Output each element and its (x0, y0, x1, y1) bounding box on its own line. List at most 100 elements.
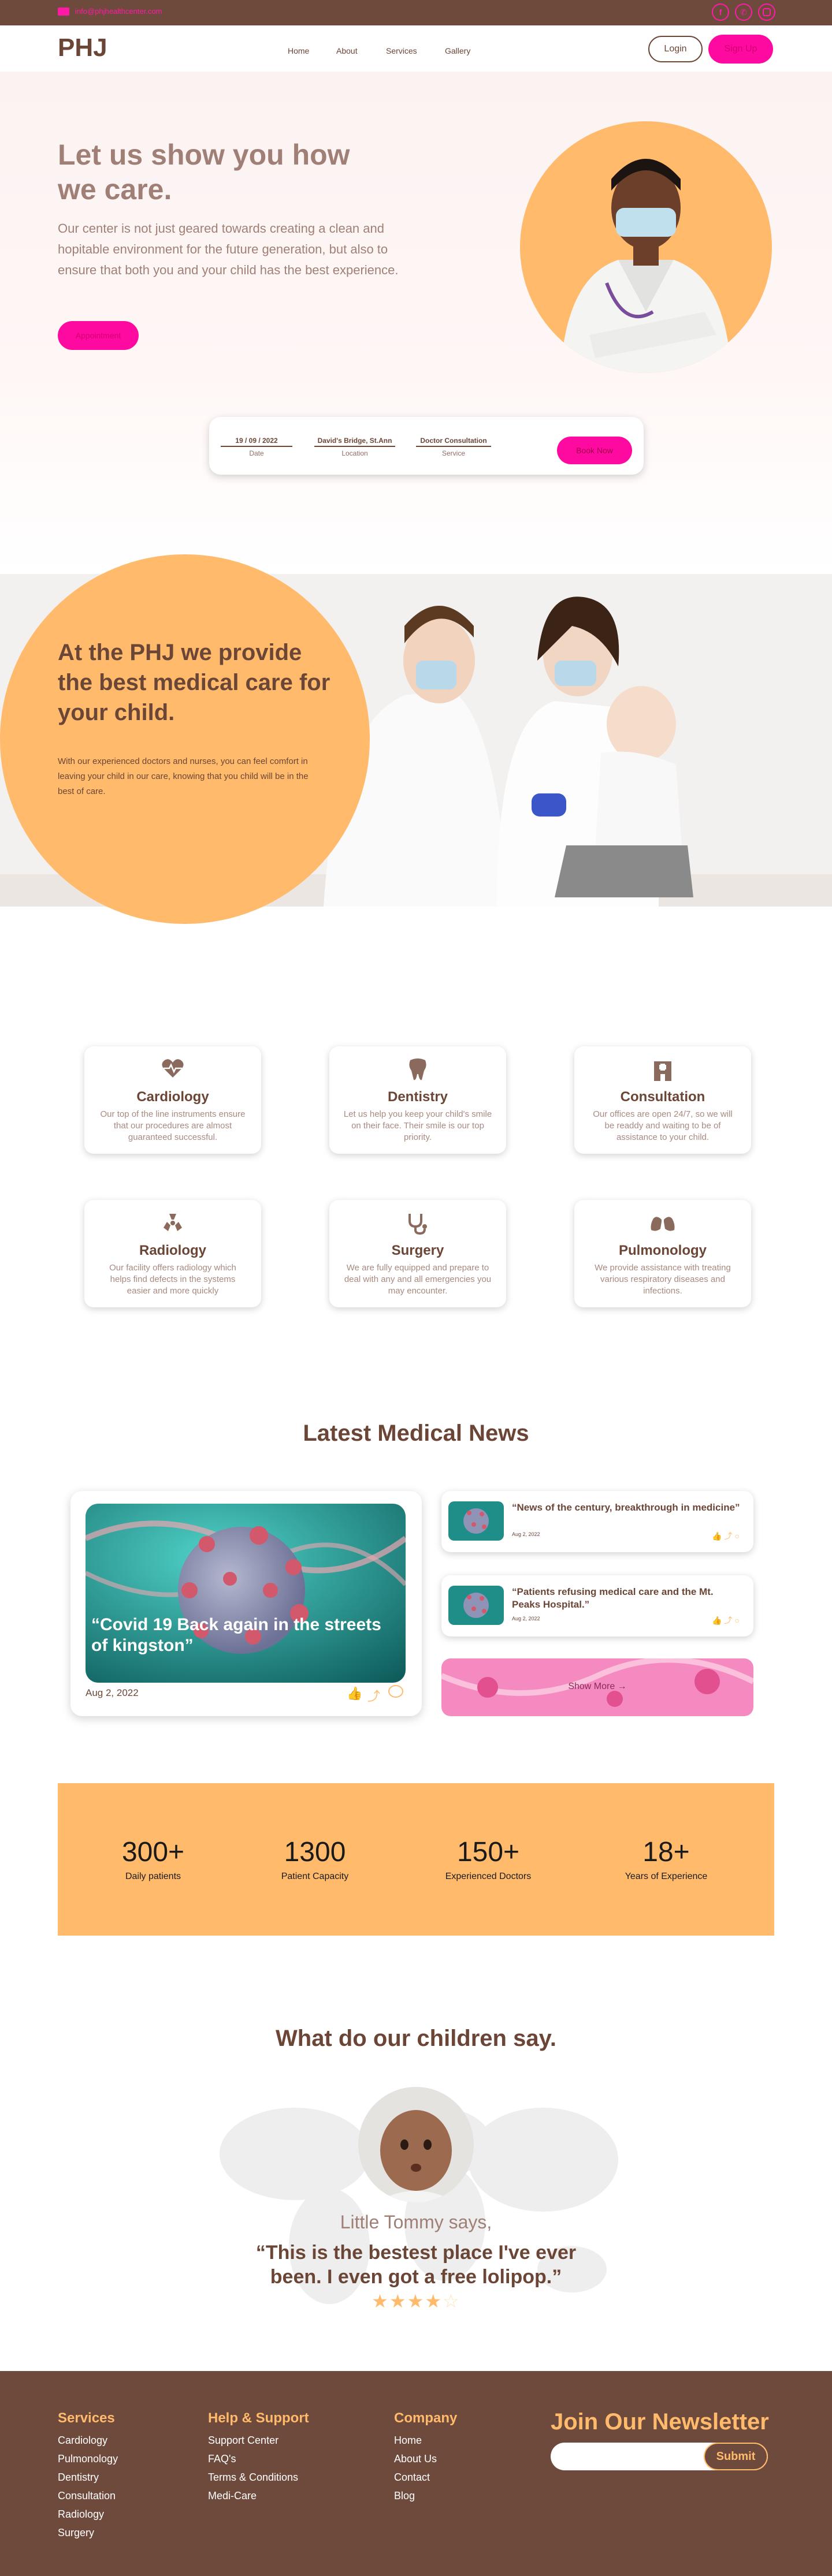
testimonial-author: Little Tommy says, (340, 2212, 492, 2232)
service-title: Surgery (391, 1243, 444, 1258)
news-actions-2[interactable]: 👍⤴○ (712, 1615, 742, 1626)
lungs-icon (651, 1213, 675, 1231)
signup-button[interactable]: Sign Up (708, 35, 773, 64)
comment-icon[interactable] (388, 1685, 403, 1698)
location-value: David's Bridge, St.Ann (314, 437, 395, 447)
service-card-pulmonology[interactable]: Pulmonology We provide assistance with t… (574, 1200, 751, 1307)
show-more-label: Show More → (568, 1682, 627, 1691)
footer-link[interactable]: Pulmonology (58, 2450, 118, 2468)
footer-link[interactable]: Contact (394, 2468, 437, 2486)
news-thumbnail-1 (448, 1501, 504, 1541)
footer-link[interactable]: Dentistry (58, 2468, 118, 2486)
footer-link[interactable]: Blog (394, 2486, 437, 2505)
nav-home[interactable]: Home (288, 46, 309, 55)
service-description: Our top of the line instruments ensure t… (100, 1109, 246, 1142)
service-label: Service (441, 449, 465, 457)
location-field[interactable]: David's Bridge, St.Ann Location (314, 437, 395, 457)
testimonial-quote: “This is the bestest place I've ever bee… (255, 2242, 577, 2288)
hero-description: Our center is not just geared towards cr… (58, 221, 399, 277)
service-title: Consultation (620, 1089, 705, 1105)
testimonial-heading: What do our children say. (276, 2026, 556, 2051)
child-avatar (358, 2087, 474, 2202)
footer-services-list: Cardiology Pulmonology Dentistry Consult… (58, 2431, 118, 2542)
service-description: We are fully equipped and prepare to dea… (344, 1263, 492, 1296)
service-title: Radiology (139, 1243, 206, 1258)
footer-link[interactable]: Medi-Care (208, 2486, 298, 2505)
service-description: Our offices are open 24/7, so we will be… (593, 1109, 733, 1142)
footer-link[interactable]: FAQ's (208, 2450, 298, 2468)
service-field[interactable]: Doctor Consultation Service (416, 437, 491, 457)
doctor-hero-image (520, 121, 772, 373)
news-date-1: Aug 2, 2022 (512, 1531, 540, 1537)
news-heading: Latest Medical News (303, 1421, 529, 1446)
stat-experience: 18+ Years of Experience (625, 1837, 708, 1881)
main-news-title: “Covid 19 Back again in the streets of k… (91, 1615, 381, 1655)
date-value: 19 / 09 / 2022 (221, 437, 292, 447)
footer-help-title: Help & Support (208, 2410, 309, 2426)
stat-doctors: 150+ Experienced Doctors (445, 1837, 532, 1881)
service-card-cardiology[interactable]: Cardiology Our top of the line instrumen… (84, 1046, 261, 1154)
contact-email[interactable]: info@phjhealthcenter.com (58, 7, 162, 16)
news-title-1: “News of the century, breakthrough in me… (512, 1502, 740, 1513)
footer-link[interactable]: Terms & Conditions (208, 2468, 298, 2486)
phone-icon[interactable]: ✆ (735, 3, 752, 21)
care-title: At the PHJ we provide the best medical c… (58, 640, 330, 725)
rating-stars: ★★★★☆ (372, 2291, 460, 2312)
facebook-icon[interactable]: f (712, 3, 729, 21)
service-description: Let us help you keep your child's smile … (343, 1109, 492, 1142)
footer-help-list: Support Center FAQ's Terms & Conditions … (208, 2431, 298, 2505)
footer-link[interactable]: Cardiology (58, 2431, 118, 2450)
share-icon[interactable]: ⤴ (367, 1686, 380, 1705)
nav-gallery[interactable]: Gallery (445, 46, 470, 55)
heartbeat-icon (162, 1059, 184, 1078)
footer-company-list: Home About Us Contact Blog (394, 2431, 437, 2505)
news-title-2: “Patients refusing medical care and the … (512, 1586, 714, 1610)
service-title: Pulmonology (619, 1243, 707, 1258)
care-description: With our experienced doctors and nurses,… (58, 756, 309, 796)
service-card-surgery[interactable]: Surgery We are fully equipped and prepar… (329, 1200, 506, 1307)
stat-daily-patients: 300+ Daily patients (121, 1837, 185, 1881)
nav-services[interactable]: Services (386, 46, 417, 55)
service-description: Our facility offers radiology which help… (109, 1263, 236, 1296)
service-card-consultation[interactable]: Consultation Our offices are open 24/7, … (574, 1046, 751, 1154)
news-thumbnail-2 (448, 1586, 504, 1625)
service-card-dentistry[interactable]: Dentistry Let us help you keep your chil… (329, 1046, 506, 1154)
location-label: Location (341, 449, 368, 457)
stethoscope-icon (408, 1214, 427, 1235)
footer-link[interactable]: Radiology (58, 2505, 118, 2523)
service-title: Dentistry (387, 1089, 448, 1105)
news-actions-1[interactable]: 👍⤴○ (712, 1530, 742, 1542)
stat-capacity: 1300 Patient Capacity (281, 1837, 349, 1881)
date-field[interactable]: 19 / 09 / 2022 Date (221, 437, 292, 457)
book-now-button[interactable]: Book Now (557, 437, 632, 464)
hospital-icon (654, 1061, 671, 1081)
footer-link[interactable]: Home (394, 2431, 437, 2450)
footer-link[interactable]: Surgery (58, 2523, 118, 2542)
login-button[interactable]: Login (648, 36, 703, 62)
date-label: Date (249, 449, 264, 457)
footer-company-title: Company (394, 2410, 458, 2426)
appointment-button[interactable]: Appointment (58, 321, 139, 350)
footer-link[interactable]: About Us (394, 2450, 437, 2468)
instagram-icon[interactable] (758, 3, 775, 21)
footer-link[interactable]: Consultation (58, 2486, 118, 2505)
service-description: We provide assistance with treating vari… (595, 1263, 731, 1296)
email-text: info@phjhealthcenter.com (75, 7, 162, 16)
logo[interactable]: PHJ (58, 33, 107, 62)
tooth-icon (409, 1058, 426, 1080)
footer-services-title: Services (58, 2410, 115, 2426)
like-icon[interactable]: 👍 (347, 1686, 362, 1701)
newsletter-title: Join Our Newsletter (551, 2409, 769, 2435)
hero-title: Let us show you how we care. (58, 139, 350, 206)
envelope-icon (58, 7, 69, 16)
newsletter-submit-button[interactable]: Submit (704, 2443, 768, 2470)
service-card-radiology[interactable]: Radiology Our facility offers radiology … (84, 1200, 261, 1307)
care-orange-circle (0, 554, 370, 924)
main-news-date: Aug 2, 2022 (86, 1687, 139, 1698)
service-value: Doctor Consultation (416, 437, 491, 447)
footer-link[interactable]: Support Center (208, 2431, 298, 2450)
radiation-icon (164, 1214, 182, 1231)
news-date-2: Aug 2, 2022 (512, 1616, 540, 1621)
service-title: Cardiology (136, 1089, 209, 1105)
nav-about[interactable]: About (336, 46, 358, 55)
